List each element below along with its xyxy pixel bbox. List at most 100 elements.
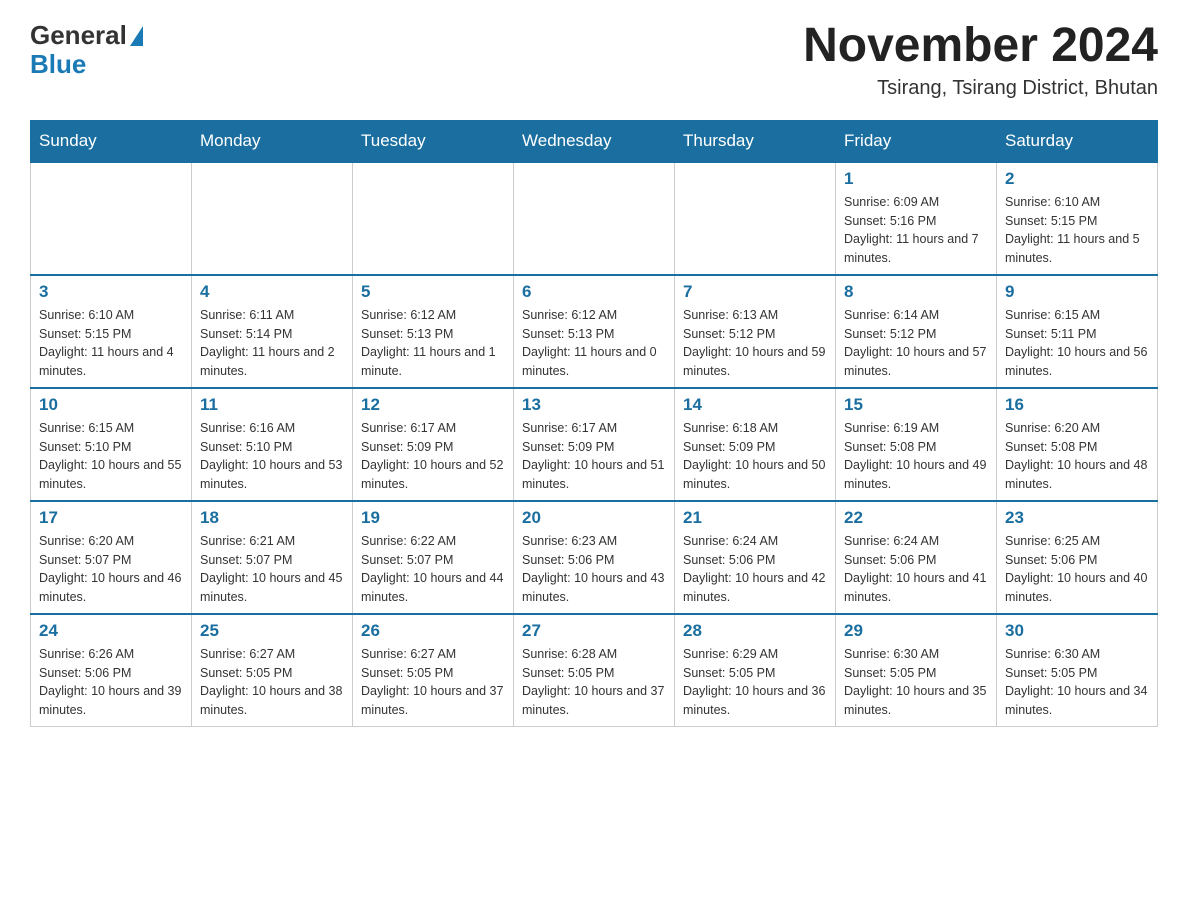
page-header: General Blue November 2024 Tsirang, Tsir… <box>30 20 1158 100</box>
day-info: Sunrise: 6:09 AMSunset: 5:16 PMDaylight:… <box>844 193 988 268</box>
day-number: 21 <box>683 508 827 528</box>
day-info: Sunrise: 6:11 AMSunset: 5:14 PMDaylight:… <box>200 306 344 381</box>
day-info: Sunrise: 6:25 AMSunset: 5:06 PMDaylight:… <box>1005 532 1149 607</box>
calendar-cell: 12 Sunrise: 6:17 AMSunset: 5:09 PMDayligh… <box>353 388 514 501</box>
day-info: Sunrise: 6:17 AMSunset: 5:09 PMDaylight:… <box>361 419 505 494</box>
day-number: 19 <box>361 508 505 528</box>
day-number: 7 <box>683 282 827 302</box>
day-number: 10 <box>39 395 183 415</box>
day-number: 12 <box>361 395 505 415</box>
week-row-3: 17 Sunrise: 6:20 AMSunset: 5:07 PMDayligh… <box>31 501 1158 614</box>
calendar-cell <box>675 162 836 275</box>
calendar-cell <box>192 162 353 275</box>
week-row-2: 10 Sunrise: 6:15 AMSunset: 5:10 PMDayligh… <box>31 388 1158 501</box>
day-info: Sunrise: 6:14 AMSunset: 5:12 PMDaylight:… <box>844 306 988 381</box>
calendar-cell: 14Sunrise: 6:18 AMSunset: 5:09 PMDayligh… <box>675 388 836 501</box>
day-number: 9 <box>1005 282 1149 302</box>
calendar-cell <box>514 162 675 275</box>
week-row-4: 24Sunrise: 6:26 AMSunset: 5:06 PMDayligh… <box>31 614 1158 727</box>
day-number: 4 <box>200 282 344 302</box>
day-number: 24 <box>39 621 183 641</box>
week-row-1: 3 Sunrise: 6:10 AMSunset: 5:15 PMDaylight… <box>31 275 1158 388</box>
day-info: Sunrise: 6:27 AMSunset: 5:05 PMDaylight:… <box>200 645 344 720</box>
title-area: November 2024 Tsirang, Tsirang District,… <box>803 20 1158 100</box>
day-number: 6 <box>522 282 666 302</box>
logo-general: General <box>30 20 127 51</box>
day-number: 26 <box>361 621 505 641</box>
day-number: 25 <box>200 621 344 641</box>
day-number: 8 <box>844 282 988 302</box>
day-number: 11 <box>200 395 344 415</box>
day-number: 28 <box>683 621 827 641</box>
calendar-cell: 8 Sunrise: 6:14 AMSunset: 5:12 PMDaylight… <box>836 275 997 388</box>
day-info: Sunrise: 6:30 AMSunset: 5:05 PMDaylight:… <box>844 645 988 720</box>
header-wednesday: Wednesday <box>514 120 675 162</box>
calendar-cell: 18Sunrise: 6:21 AMSunset: 5:07 PMDayligh… <box>192 501 353 614</box>
logo-blue: Blue <box>30 49 143 80</box>
day-info: Sunrise: 6:24 AMSunset: 5:06 PMDaylight:… <box>844 532 988 607</box>
day-number: 23 <box>1005 508 1149 528</box>
calendar-cell: 2 Sunrise: 6:10 AMSunset: 5:15 PMDaylight… <box>997 162 1158 275</box>
month-title: November 2024 <box>803 20 1158 73</box>
day-info: Sunrise: 6:13 AMSunset: 5:12 PMDaylight:… <box>683 306 827 381</box>
day-number: 29 <box>844 621 988 641</box>
calendar-cell: 29 Sunrise: 6:30 AMSunset: 5:05 PMDayligh… <box>836 614 997 727</box>
day-number: 17 <box>39 508 183 528</box>
calendar-cell: 28Sunrise: 6:29 AMSunset: 5:05 PMDayligh… <box>675 614 836 727</box>
calendar-cell: 21 Sunrise: 6:24 AMSunset: 5:06 PMDayligh… <box>675 501 836 614</box>
calendar-cell <box>31 162 192 275</box>
day-number: 2 <box>1005 169 1149 189</box>
day-info: Sunrise: 6:23 AMSunset: 5:06 PMDaylight:… <box>522 532 666 607</box>
calendar-cell: 1 Sunrise: 6:09 AMSunset: 5:16 PMDaylight… <box>836 162 997 275</box>
calendar-cell: 24Sunrise: 6:26 AMSunset: 5:06 PMDayligh… <box>31 614 192 727</box>
calendar-cell: 13Sunrise: 6:17 AMSunset: 5:09 PMDayligh… <box>514 388 675 501</box>
day-info: Sunrise: 6:24 AMSunset: 5:06 PMDaylight:… <box>683 532 827 607</box>
day-number: 1 <box>844 169 988 189</box>
calendar-cell: 26 Sunrise: 6:27 AMSunset: 5:05 PMDayligh… <box>353 614 514 727</box>
logo-text: General Blue <box>30 20 143 80</box>
calendar-header-row: SundayMondayTuesdayWednesdayThursdayFrid… <box>31 120 1158 162</box>
calendar-cell: 7 Sunrise: 6:13 AMSunset: 5:12 PMDaylight… <box>675 275 836 388</box>
day-number: 3 <box>39 282 183 302</box>
calendar-cell: 4 Sunrise: 6:11 AMSunset: 5:14 PMDaylight… <box>192 275 353 388</box>
day-number: 16 <box>1005 395 1149 415</box>
calendar-cell: 3 Sunrise: 6:10 AMSunset: 5:15 PMDaylight… <box>31 275 192 388</box>
day-number: 18 <box>200 508 344 528</box>
calendar-cell: 17 Sunrise: 6:20 AMSunset: 5:07 PMDayligh… <box>31 501 192 614</box>
day-info: Sunrise: 6:27 AMSunset: 5:05 PMDaylight:… <box>361 645 505 720</box>
calendar-cell: 20 Sunrise: 6:23 AMSunset: 5:06 PMDayligh… <box>514 501 675 614</box>
day-info: Sunrise: 6:10 AMSunset: 5:15 PMDaylight:… <box>1005 193 1149 268</box>
day-info: Sunrise: 6:10 AMSunset: 5:15 PMDaylight:… <box>39 306 183 381</box>
header-monday: Monday <box>192 120 353 162</box>
location: Tsirang, Tsirang District, Bhutan <box>803 77 1158 100</box>
calendar-cell <box>353 162 514 275</box>
calendar-cell: 16Sunrise: 6:20 AMSunset: 5:08 PMDayligh… <box>997 388 1158 501</box>
calendar-cell: 5Sunrise: 6:12 AMSunset: 5:13 PMDaylight… <box>353 275 514 388</box>
calendar-cell: 10 Sunrise: 6:15 AMSunset: 5:10 PMDayligh… <box>31 388 192 501</box>
day-number: 15 <box>844 395 988 415</box>
day-number: 13 <box>522 395 666 415</box>
day-info: Sunrise: 6:15 AMSunset: 5:10 PMDaylight:… <box>39 419 183 494</box>
day-number: 30 <box>1005 621 1149 641</box>
day-number: 27 <box>522 621 666 641</box>
calendar-cell: 23 Sunrise: 6:25 AMSunset: 5:06 PMDayligh… <box>997 501 1158 614</box>
day-info: Sunrise: 6:22 AMSunset: 5:07 PMDaylight:… <box>361 532 505 607</box>
calendar-cell: 19 Sunrise: 6:22 AMSunset: 5:07 PMDayligh… <box>353 501 514 614</box>
calendar-cell: 6 Sunrise: 6:12 AMSunset: 5:13 PMDaylight… <box>514 275 675 388</box>
day-info: Sunrise: 6:19 AMSunset: 5:08 PMDaylight:… <box>844 419 988 494</box>
calendar-cell: 27 Sunrise: 6:28 AMSunset: 5:05 PMDayligh… <box>514 614 675 727</box>
header-tuesday: Tuesday <box>353 120 514 162</box>
calendar-cell: 9Sunrise: 6:15 AMSunset: 5:11 PMDaylight… <box>997 275 1158 388</box>
day-info: Sunrise: 6:28 AMSunset: 5:05 PMDaylight:… <box>522 645 666 720</box>
day-info: Sunrise: 6:12 AMSunset: 5:13 PMDaylight:… <box>361 306 505 381</box>
calendar-cell: 15 Sunrise: 6:19 AMSunset: 5:08 PMDayligh… <box>836 388 997 501</box>
day-info: Sunrise: 6:18 AMSunset: 5:09 PMDaylight:… <box>683 419 827 494</box>
day-info: Sunrise: 6:12 AMSunset: 5:13 PMDaylight:… <box>522 306 666 381</box>
day-info: Sunrise: 6:20 AMSunset: 5:07 PMDaylight:… <box>39 532 183 607</box>
day-info: Sunrise: 6:16 AMSunset: 5:10 PMDaylight:… <box>200 419 344 494</box>
calendar-cell: 11 Sunrise: 6:16 AMSunset: 5:10 PMDayligh… <box>192 388 353 501</box>
calendar-cell: 30Sunrise: 6:30 AMSunset: 5:05 PMDayligh… <box>997 614 1158 727</box>
header-saturday: Saturday <box>997 120 1158 162</box>
day-number: 22 <box>844 508 988 528</box>
day-number: 20 <box>522 508 666 528</box>
